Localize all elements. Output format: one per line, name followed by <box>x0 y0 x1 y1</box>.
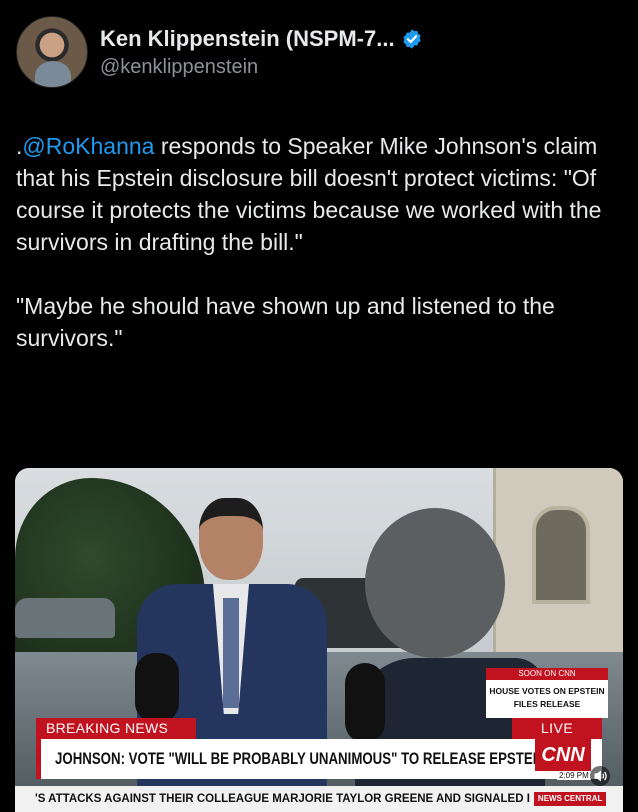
tweet-video[interactable]: SOON ON CNN HOUSE VOTES ON EPSTEIN FILES… <box>15 468 623 812</box>
soon-label: SOON ON CNN <box>486 668 608 680</box>
microphone-right <box>345 663 385 743</box>
ticker-text: 'S ATTACKS AGAINST THEIR COLLEAGUE MARJO… <box>35 793 530 805</box>
chyron-headline: JOHNSON: VOTE "WILL BE PROBABLY UNANIMOU… <box>55 749 588 768</box>
display-name-text: Ken Klippenstein (NSPM-7... <box>100 26 395 51</box>
breaking-news-label: BREAKING NEWS <box>36 718 196 739</box>
soon-text: HOUSE VOTES ON EPSTEIN FILES RELEASE <box>489 686 605 709</box>
author-display-name[interactable]: Ken Klippenstein (NSPM-7... <box>100 26 423 52</box>
tweet-header: Ken Klippenstein (NSPM-7... @kenklippens… <box>16 16 423 88</box>
tweet-paragraph-1: .@RoKhanna responds to Speaker Mike John… <box>16 130 626 258</box>
soon-on-cnn-box: SOON ON CNN HOUSE VOTES ON EPSTEIN FILES… <box>486 668 608 718</box>
mention-link[interactable]: @RoKhanna <box>22 133 154 159</box>
author-handle[interactable]: @kenklippenstein <box>100 56 423 79</box>
sound-icon[interactable] <box>589 766 611 786</box>
verified-badge-icon <box>402 29 421 49</box>
microphone-left <box>135 653 179 723</box>
author-names: Ken Klippenstein (NSPM-7... @kenklippens… <box>100 26 423 79</box>
tweet-paragraph-2: "Maybe he should have shown up and liste… <box>16 293 555 351</box>
headline-bar: JOHNSON: VOTE "WILL BE PROBABLY UNANIMOU… <box>36 739 602 779</box>
author-avatar[interactable] <box>16 16 88 88</box>
ticker-tag: NEWS CENTRAL <box>533 791 607 806</box>
news-ticker: 'S ATTACKS AGAINST THEIR COLLEAGUE MARJO… <box>15 786 623 812</box>
cnn-logo: CNN <box>535 739 591 771</box>
video-car <box>15 598 115 638</box>
tweet-text: .@RoKhanna responds to Speaker Mike John… <box>16 130 626 386</box>
broadcast-time: 2:09 PM <box>557 771 591 780</box>
live-label: LIVE <box>512 718 602 739</box>
